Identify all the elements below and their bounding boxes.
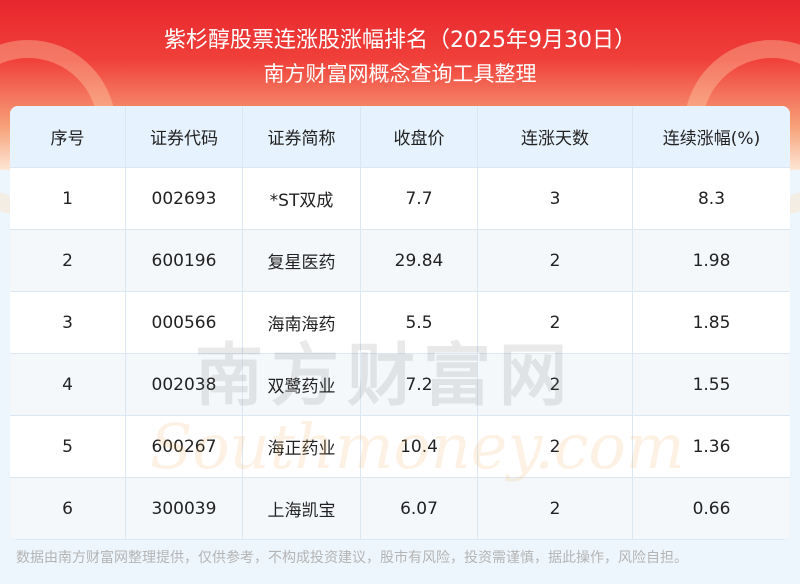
column-header: 序号 — [10, 106, 126, 167]
disclaimer: 数据由南方财富网整理提供，仅供参考，不构成投资建议，股市有风险，投资需谨慎，据此… — [16, 550, 688, 566]
table-cell: 29.84 — [361, 230, 478, 291]
table-cell: 复星医药 — [243, 230, 361, 291]
table-cell: *ST双成 — [243, 168, 361, 229]
table-header-row: 序号 证券代码 证券简称 收盘价 连涨天数 连续涨幅(%) — [10, 106, 790, 168]
ranking-table: 序号 证券代码 证券简称 收盘价 连涨天数 连续涨幅(%) 1 002693 *ST… — [10, 106, 790, 540]
column-header: 连续涨幅(%) — [662, 129, 761, 149]
table-cell: 7.7 — [361, 168, 478, 229]
column-header: 连涨天数 — [478, 106, 633, 167]
table-cell: 2 — [10, 230, 126, 291]
table-cell: 1 — [10, 168, 126, 229]
table-cell: 双鹭药业 — [243, 354, 361, 415]
table-row: 1 002693 *ST双成 7.7 3 8.3 — [10, 168, 790, 230]
table-row: 3 000566 海南海药 5.5 2 1.85 — [10, 292, 790, 354]
table-cell: 2 — [478, 416, 633, 477]
table-cell: 6 — [10, 478, 126, 539]
table-cell: 1.85 — [692, 312, 731, 333]
table-cell: 2 — [478, 354, 633, 415]
table-cell: 10.4 — [361, 416, 478, 477]
table-row: 5 600267 海正药业 10.4 2 1.36 — [10, 416, 790, 478]
table-cell: 5.5 — [361, 292, 478, 353]
table-cell: 1.36 — [692, 436, 731, 457]
table-cell: 002693 — [126, 168, 243, 229]
table-row: 2 600196 复星医药 29.84 2 1.98 — [10, 230, 790, 292]
table-cell: 海南海药 — [243, 292, 361, 353]
column-header: 证券代码 — [126, 106, 243, 167]
column-header: 证券简称 — [243, 106, 361, 167]
table-cell: 海正药业 — [243, 416, 361, 477]
table-cell: 4 — [10, 354, 126, 415]
table-cell: 1.55 — [692, 374, 731, 395]
table-cell: 5 — [10, 416, 126, 477]
table-cell: 7.2 — [361, 354, 478, 415]
table-cell: 0.66 — [692, 498, 731, 519]
table-cell: 600196 — [126, 230, 243, 291]
table-row: 6 300039 上海凯宝 6.07 2 0.66 — [10, 478, 790, 540]
table-cell: 2 — [478, 230, 633, 291]
table-cell: 3 — [10, 292, 126, 353]
table-cell: 300039 — [126, 478, 243, 539]
table-cell: 002038 — [126, 354, 243, 415]
table-row: 4 002038 双鹭药业 7.2 2 1.55 — [10, 354, 790, 416]
page-subtitle: 南方财富网概念查询工具整理 — [263, 62, 537, 86]
table-cell: 上海凯宝 — [243, 478, 361, 539]
table-cell: 000566 — [126, 292, 243, 353]
table-cell: 2 — [478, 292, 633, 353]
table-cell: 2 — [478, 478, 633, 539]
table-cell: 600267 — [126, 416, 243, 477]
page-title: 紫杉醇股票连涨股涨幅排名（2025年9月30日） — [164, 28, 636, 53]
table-cell: 8.3 — [697, 188, 726, 209]
table-cell: 1.98 — [692, 250, 731, 271]
table-cell: 3 — [478, 168, 633, 229]
table-cell: 6.07 — [361, 478, 478, 539]
column-header: 收盘价 — [361, 106, 478, 167]
